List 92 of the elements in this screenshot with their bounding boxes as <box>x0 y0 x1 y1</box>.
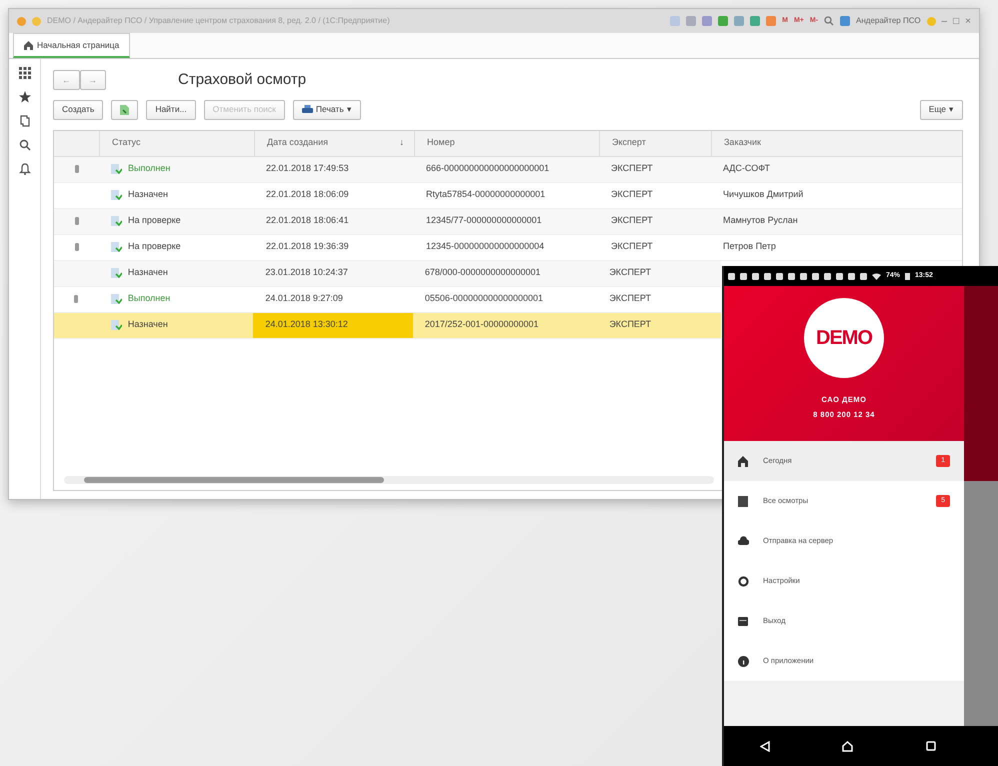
document-icon <box>111 242 122 252</box>
grid-icon[interactable] <box>18 67 30 79</box>
table-cell-text: 24.01.2018 13:30:12 <box>265 318 348 332</box>
column-header[interactable]: Номер <box>427 136 455 150</box>
battery-icon <box>905 272 910 280</box>
home-icon <box>24 40 33 50</box>
table-cell-text: 22.01.2018 18:06:09 <box>266 188 349 202</box>
user-name[interactable]: Андерайтер ПСО <box>856 15 921 27</box>
table-cell-text: 22.01.2018 17:49:53 <box>266 162 349 176</box>
column-header[interactable]: Дата создания <box>267 136 328 150</box>
cloud-icon <box>738 536 749 546</box>
document-icon <box>111 164 122 174</box>
table-cell-text: Выполнен <box>128 162 170 176</box>
table-row[interactable]: На проверке 22.01.2018 18:06:41 12345/77-000000000000001 ЭКСПЕРТ Мамнутов Руслан <box>54 208 962 234</box>
table-cell: Rtyta57854-00000000000001 <box>426 189 546 200</box>
toolbar-icon[interactable] <box>686 16 696 26</box>
column-header[interactable]: Заказчик <box>724 136 761 150</box>
table-cell: ЭКСПЕРТ <box>609 267 652 278</box>
gear-icon <box>738 576 749 586</box>
menu-icon[interactable] <box>32 16 41 26</box>
logo: DEMO <box>804 298 884 378</box>
table-cell-text: 24.01.2018 9:27:09 <box>265 292 343 306</box>
bell-icon[interactable] <box>18 163 30 175</box>
overview-icon[interactable] <box>926 741 936 751</box>
table-cell: ЭКСПЕРТ <box>611 163 653 174</box>
home-icon[interactable] <box>842 740 854 752</box>
table-cell-text: 23.01.2018 10:24:37 <box>265 266 348 280</box>
search-icon[interactable] <box>18 139 30 151</box>
table-cell: 12345-000000000000000004 <box>426 241 544 252</box>
search-icon[interactable] <box>824 16 834 26</box>
table-cell-text: На проверке <box>128 240 181 254</box>
printer-icon <box>302 105 313 114</box>
caret-icon: ▾ <box>949 103 954 116</box>
table-cell-text: Назначен <box>128 318 168 332</box>
table-cell-text: Выполнен <box>128 292 170 306</box>
table-cell: ЭКСПЕРТ <box>609 319 652 330</box>
table-cell: Чичушков Дмитрий <box>723 189 804 200</box>
table-cell: ЭКСПЕРТ <box>611 215 653 226</box>
caret-icon: ▾ <box>346 103 352 116</box>
document-icon <box>110 294 122 304</box>
document-icon <box>110 320 122 330</box>
star-icon[interactable] <box>18 91 30 103</box>
toolbar-icon[interactable] <box>702 16 712 26</box>
column-header[interactable]: Статус <box>112 136 140 150</box>
toolbar-icon[interactable] <box>734 16 744 26</box>
app-icon[interactable] <box>17 16 26 26</box>
toolbar-icon[interactable] <box>670 16 680 26</box>
home-icon <box>738 456 749 466</box>
table-cell-text: 22.01.2018 19:36:39 <box>266 240 349 254</box>
back-icon[interactable] <box>760 740 770 752</box>
tab[interactable]: Начальная страница <box>13 33 130 58</box>
table-cell: 12345/77-000000000000001 <box>426 215 542 226</box>
column-header[interactable]: Эксперт <box>612 136 646 150</box>
window-title: DEMO / Андерайтер ПСО / Управление центром страхования 8, ред. 2.0 / (1С:Предприятие) <box>47 15 390 27</box>
table-cell: 05506-000000000000000001 <box>424 293 544 304</box>
toolbar-icon[interactable] <box>718 16 728 26</box>
document-icon <box>110 268 122 278</box>
window-control[interactable]: □ <box>953 14 960 28</box>
table-cell: 678/000-0000000000000001 <box>424 267 541 278</box>
info-icon[interactable] <box>926 16 936 26</box>
table-cell: Петров Петр <box>723 241 776 252</box>
table-cell: ЭКСПЕРТ <box>609 293 652 304</box>
toolbar-icon[interactable] <box>750 16 760 26</box>
table-row[interactable]: Назначен 24.01.2018 13:30:12 2017/252-001-00000000001 ЭКСПЕРТ <box>54 312 721 338</box>
print-button[interactable]: Печать ▾ <box>292 100 361 120</box>
form-title: Страховой осмотр <box>178 70 306 90</box>
table-cell-text: Назначен <box>128 266 168 280</box>
scrollbar[interactable] <box>64 476 714 484</box>
table-cell: ЭКСПЕРТ <box>611 241 653 252</box>
table-row[interactable]: Назначен 23.01.2018 10:24:37 678/000-0000000000000001 ЭКСПЕРТ <box>54 260 721 286</box>
toolbar-button[interactable]: Создать <box>53 100 104 120</box>
table-cell: ЭКСПЕРТ <box>611 189 653 200</box>
table-cell-text: 22.01.2018 18:06:41 <box>266 214 349 228</box>
table-cell: 666-000000000000000000001 <box>426 163 550 174</box>
toolbar-button[interactable]: Найти... <box>146 100 196 120</box>
toolbar-icon[interactable] <box>766 16 776 26</box>
table-cell-text: Назначен <box>128 188 168 202</box>
table-cell: Мамнутов Руслан <box>723 215 798 226</box>
history-icon[interactable] <box>18 115 30 127</box>
table-cell: 2017/252-001-00000000001 <box>424 319 539 330</box>
table-cell-text: На проверке <box>128 214 181 228</box>
table-row[interactable]: Выполнен 22.01.2018 17:49:53 666-000000000000000000001 ЭКСПЕРТ АДС-СОФТ <box>54 156 962 182</box>
copy-button[interactable] <box>111 100 138 120</box>
table-cell: АДС-СОФТ <box>723 163 770 174</box>
document-icon <box>111 216 122 226</box>
wifi-icon <box>872 272 881 280</box>
more-button[interactable]: Еще ▾ <box>920 100 963 120</box>
document-icon <box>120 104 130 114</box>
document-icon <box>111 190 122 200</box>
sort-icon[interactable]: ↓ <box>400 136 404 150</box>
info-icon <box>738 656 749 666</box>
list-icon <box>738 496 749 506</box>
